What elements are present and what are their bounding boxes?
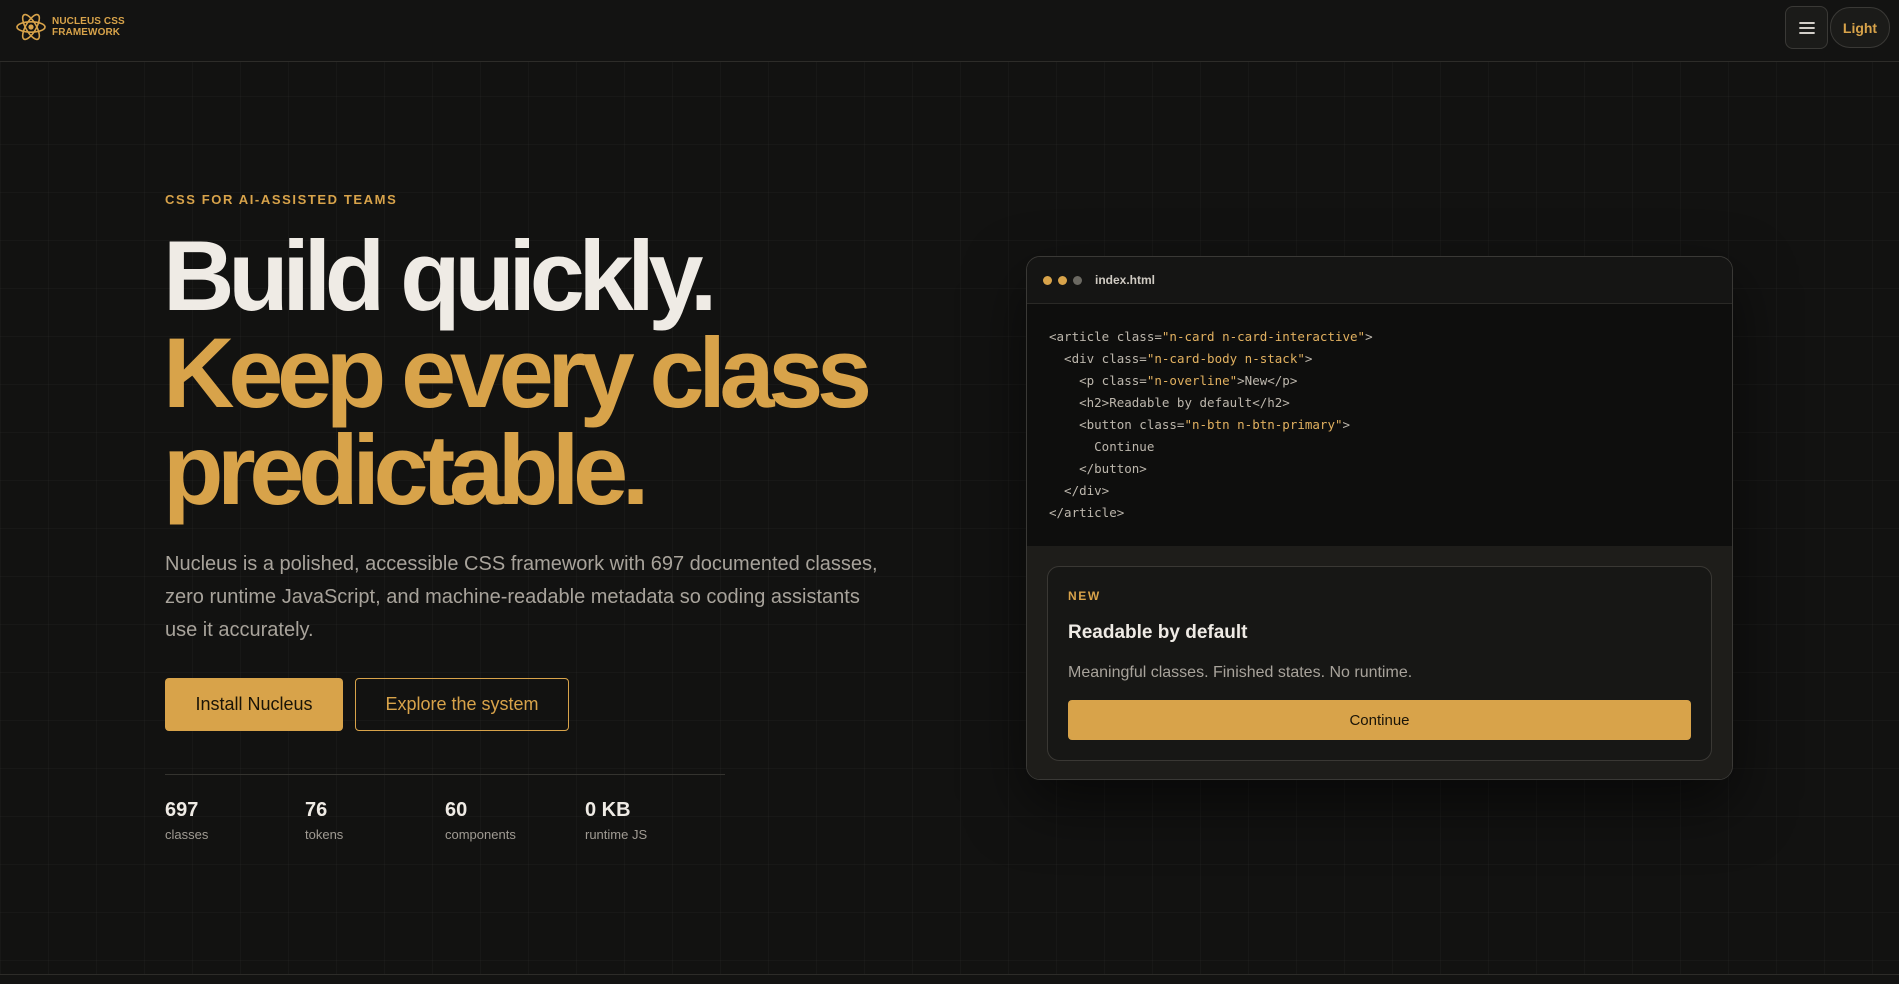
code-line: </button> (1049, 461, 1147, 476)
hero-headline: Build quickly. Keep every class predicta… (163, 220, 872, 525)
code-line: </article> (1049, 505, 1125, 520)
code-line: </div> (1049, 483, 1110, 498)
demo-continue-button[interactable]: Continue (1068, 700, 1691, 740)
stat-classes: 697 classes (165, 797, 208, 842)
stat-components: 60 components (445, 797, 516, 842)
stat-value: 60 (445, 799, 468, 821)
hamburger-menu-icon (1798, 21, 1815, 34)
hero-description: Nucleus is a polished, accessible CSS fr… (165, 553, 878, 641)
headline-line-1: Build quickly. (163, 220, 717, 331)
brand-logo-link[interactable]: NUCLEUS CSS FRAMEWORK (14, 10, 132, 44)
window-dot-icon (1043, 275, 1052, 285)
install-nucleus-button[interactable]: Install Nucleus (165, 678, 343, 731)
demo-card: NEW Readable by default Meaningful class… (1047, 566, 1712, 761)
code-line: <h2>Readable by default</h2> (1049, 395, 1290, 410)
stat-label: runtime JS (585, 827, 648, 842)
stat-runtime-js: 0 KB runtime JS (585, 797, 647, 842)
window-title-bar: index.html (1027, 257, 1732, 304)
theme-toggle-button[interactable]: Light (1830, 7, 1890, 48)
menu-button[interactable] (1785, 6, 1828, 49)
code-snippet: <article class="n-card n-card-interactiv… (1027, 304, 1732, 546)
demo-card-text: Meaningful classes. Finished states. No … (1068, 664, 1413, 681)
next-section-edge (0, 974, 1899, 984)
demo-card-title: Readable by default (1068, 622, 1248, 643)
window-dot-icon (1073, 275, 1082, 285)
rendered-demo-area: NEW Readable by default Meaningful class… (1027, 546, 1732, 779)
top-navigation-bar: NUCLEUS CSS FRAMEWORK Light (0, 0, 1899, 62)
headline-line-3: predictable. (163, 414, 649, 525)
stat-label: classes (165, 827, 209, 842)
stats-divider (165, 774, 725, 775)
stat-value: 76 (305, 799, 328, 821)
code-line: Continue (1049, 439, 1155, 454)
hero-overline: CSS FOR AI-ASSISTED TEAMS (165, 192, 398, 207)
code-line: <article class="n-card n-card-interactiv… (1049, 329, 1373, 344)
atom-logo-icon (16, 13, 46, 41)
headline-line-2: Keep every class (163, 317, 872, 428)
stat-value: 0 KB (585, 799, 631, 821)
demo-card-overline: NEW (1068, 589, 1101, 603)
code-line: <button class="n-btn n-btn-primary"> (1049, 417, 1351, 432)
explore-system-button[interactable]: Explore the system (355, 678, 569, 731)
stat-label: tokens (305, 827, 344, 842)
code-line: <div class="n-card-body n-stack"> (1049, 351, 1313, 366)
stat-value: 697 (165, 799, 199, 821)
window-filename: index.html (1095, 273, 1156, 287)
window-dot-icon (1058, 275, 1067, 285)
code-line: <p class="n-overline">New</p> (1049, 373, 1298, 388)
code-preview-window: index.html <article class="n-card n-card… (1026, 256, 1733, 780)
stat-tokens: 76 tokens (305, 797, 343, 842)
brand-name: NUCLEUS CSS FRAMEWORK (52, 16, 132, 38)
brand-name-line-1: NUCLEUS CSS (52, 16, 125, 27)
brand-name-line-2: FRAMEWORK (52, 27, 121, 38)
stat-label: components (445, 827, 516, 842)
